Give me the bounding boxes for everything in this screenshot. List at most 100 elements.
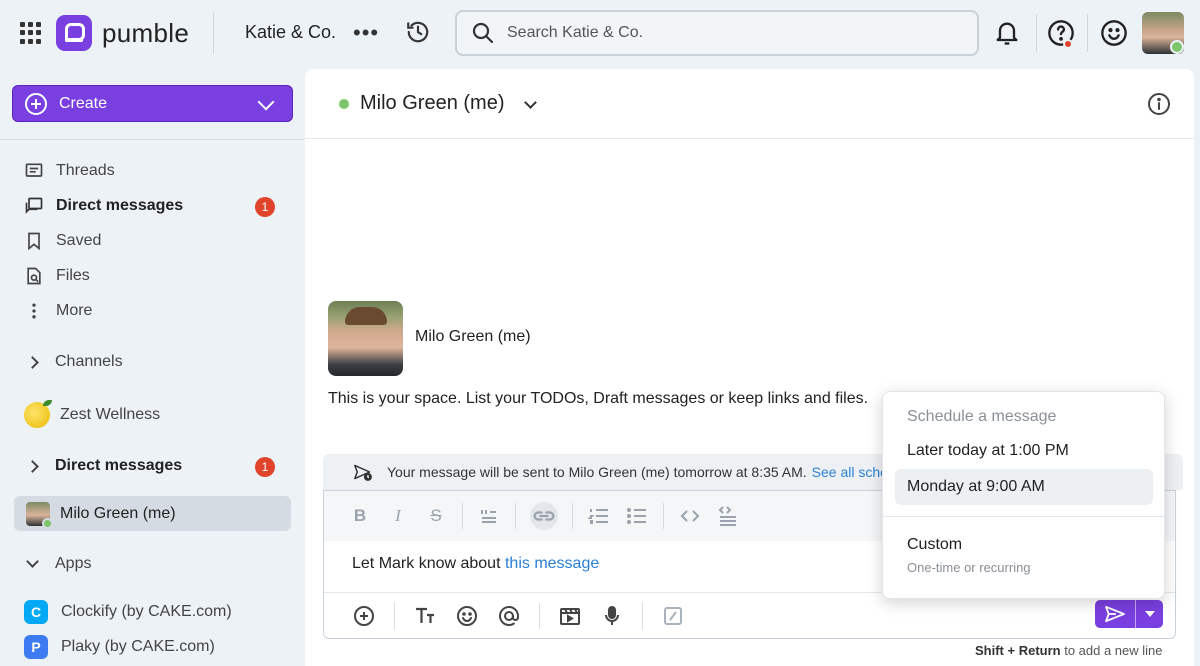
app-grid-icon[interactable]	[20, 22, 42, 44]
divider	[1036, 14, 1037, 52]
emoji-icon[interactable]	[455, 604, 479, 628]
divider	[663, 503, 664, 529]
dm-item-label: Milo Green (me)	[60, 504, 176, 522]
app-item-clockify[interactable]: C Clockify (by CAKE.com)	[24, 600, 232, 624]
chevron-right-icon	[26, 459, 39, 473]
sidebar: Create Threads Direct messages 1 Saved F…	[0, 66, 304, 666]
divider	[572, 503, 573, 529]
sidebar-item-threads[interactable]: Threads	[24, 158, 115, 184]
microphone-icon[interactable]	[600, 604, 624, 628]
sidebar-item-files[interactable]: Files	[24, 263, 90, 289]
emoji-status-icon[interactable]	[1100, 19, 1128, 47]
video-clip-icon[interactable]	[558, 604, 582, 628]
chevron-down-icon	[26, 555, 39, 568]
workspace-more-button[interactable]: •••	[353, 20, 379, 46]
channels-section[interactable]: Channels	[26, 353, 123, 371]
sidebar-item-label: More	[56, 302, 93, 319]
direct-messages-section[interactable]: Direct messages	[26, 457, 183, 475]
avatar	[328, 301, 403, 376]
schedule-menu: Schedule a message Later today at 1:00 P…	[882, 391, 1165, 599]
bullet-list-icon[interactable]	[625, 504, 649, 528]
workspace-name[interactable]: Katie & Co.	[245, 22, 336, 43]
schedule-option-custom[interactable]: Custom	[907, 536, 962, 554]
send-button-group	[1095, 600, 1163, 628]
schedule-dropdown-button[interactable]	[1136, 600, 1163, 628]
ordered-list-icon[interactable]	[587, 504, 611, 528]
apps-label: Apps	[55, 555, 92, 572]
app-item-label: Plaky (by CAKE.com)	[61, 638, 215, 655]
chevron-down-icon[interactable]	[524, 96, 537, 109]
sidebar-item-more[interactable]: More	[24, 298, 92, 324]
italic-icon[interactable]: I	[386, 504, 410, 528]
app-item-label: Clockify (by CAKE.com)	[61, 603, 232, 620]
app-item-plaky[interactable]: P Plaky (by CAKE.com)	[24, 635, 215, 659]
page-title[interactable]: Milo Green (me)	[360, 92, 504, 115]
scheduled-send-icon	[354, 464, 372, 481]
schedule-option-monday[interactable]: Monday at 9:00 AM	[895, 469, 1153, 505]
bold-icon[interactable]: B	[348, 504, 372, 528]
message-link[interactable]: this message	[505, 555, 599, 572]
sidebar-item-zest-wellness[interactable]: Zest Wellness	[24, 400, 161, 428]
strikethrough-icon[interactable]: S	[424, 504, 448, 528]
sidebar-item-direct-messages[interactable]: Direct messages	[24, 193, 183, 219]
schedule-option-later-today[interactable]: Later today at 1:00 PM	[895, 433, 1153, 469]
schedule-custom-description: One-time or recurring	[907, 560, 1031, 575]
divider	[213, 12, 214, 54]
notice-text: Your message will be sent to Milo Green …	[387, 464, 807, 480]
clockify-icon: C	[24, 600, 48, 624]
divider	[0, 139, 304, 140]
unread-badge: 1	[255, 457, 275, 477]
add-attachment-icon[interactable]	[352, 604, 376, 628]
logo-text: pumble	[102, 17, 190, 48]
text-format-icon[interactable]	[413, 604, 437, 628]
sidebar-item-saved[interactable]: Saved	[24, 228, 101, 254]
channels-label: Channels	[55, 353, 123, 370]
history-icon[interactable]	[405, 19, 431, 45]
online-status-dot	[42, 517, 53, 529]
shortcut-key: Shift + Return	[975, 643, 1061, 658]
message-text: Let Mark know about	[352, 555, 505, 572]
divider	[539, 602, 540, 629]
lemon-icon	[24, 400, 52, 428]
divider	[883, 516, 1164, 517]
dm-item-milo-green[interactable]: Milo Green (me)	[14, 496, 291, 531]
slash-command-icon[interactable]	[661, 604, 685, 628]
mention-icon[interactable]	[497, 604, 521, 628]
dm-section-label: Direct messages	[55, 457, 183, 474]
bookmark-icon	[28, 232, 40, 251]
sidebar-item-label: Files	[56, 267, 90, 284]
shortcut-hint: Shift + Return to add a new line	[975, 643, 1163, 658]
divider	[642, 602, 643, 629]
see-all-scheduled-link[interactable]: See all sche	[812, 464, 888, 480]
search-input[interactable]	[507, 24, 947, 42]
intro-text: This is your space. List your TODOs, Dra…	[328, 390, 869, 407]
bell-icon[interactable]	[993, 19, 1021, 47]
info-icon[interactable]	[1147, 92, 1171, 116]
divider	[394, 602, 395, 629]
divider	[515, 503, 516, 529]
chevron-right-icon	[26, 355, 39, 369]
direct-messages-icon	[25, 197, 43, 214]
create-button[interactable]: Create	[12, 85, 293, 122]
divider	[1087, 14, 1088, 52]
divider	[462, 503, 463, 529]
pumble-logo[interactable]: pumble	[56, 15, 189, 51]
code-icon[interactable]	[678, 504, 702, 528]
link-icon[interactable]	[530, 502, 558, 530]
pumble-logo-mark	[56, 15, 92, 51]
send-icon	[1105, 605, 1125, 623]
schedule-menu-title: Schedule a message	[907, 408, 1057, 425]
channel-header: Milo Green (me)	[305, 69, 1194, 139]
create-label: Create	[59, 94, 108, 112]
blockquote-icon[interactable]	[477, 504, 501, 528]
send-button[interactable]	[1095, 600, 1135, 628]
more-vertical-icon	[32, 303, 36, 319]
threads-icon	[25, 163, 43, 177]
search-icon	[472, 22, 494, 44]
sidebar-item-label: Zest Wellness	[60, 406, 161, 423]
apps-section[interactable]: Apps	[26, 555, 92, 573]
online-status-dot	[339, 99, 349, 109]
search-bar[interactable]	[455, 10, 979, 56]
code-block-icon[interactable]	[716, 504, 740, 528]
message-input[interactable]: Let Mark know about this message	[352, 555, 599, 573]
